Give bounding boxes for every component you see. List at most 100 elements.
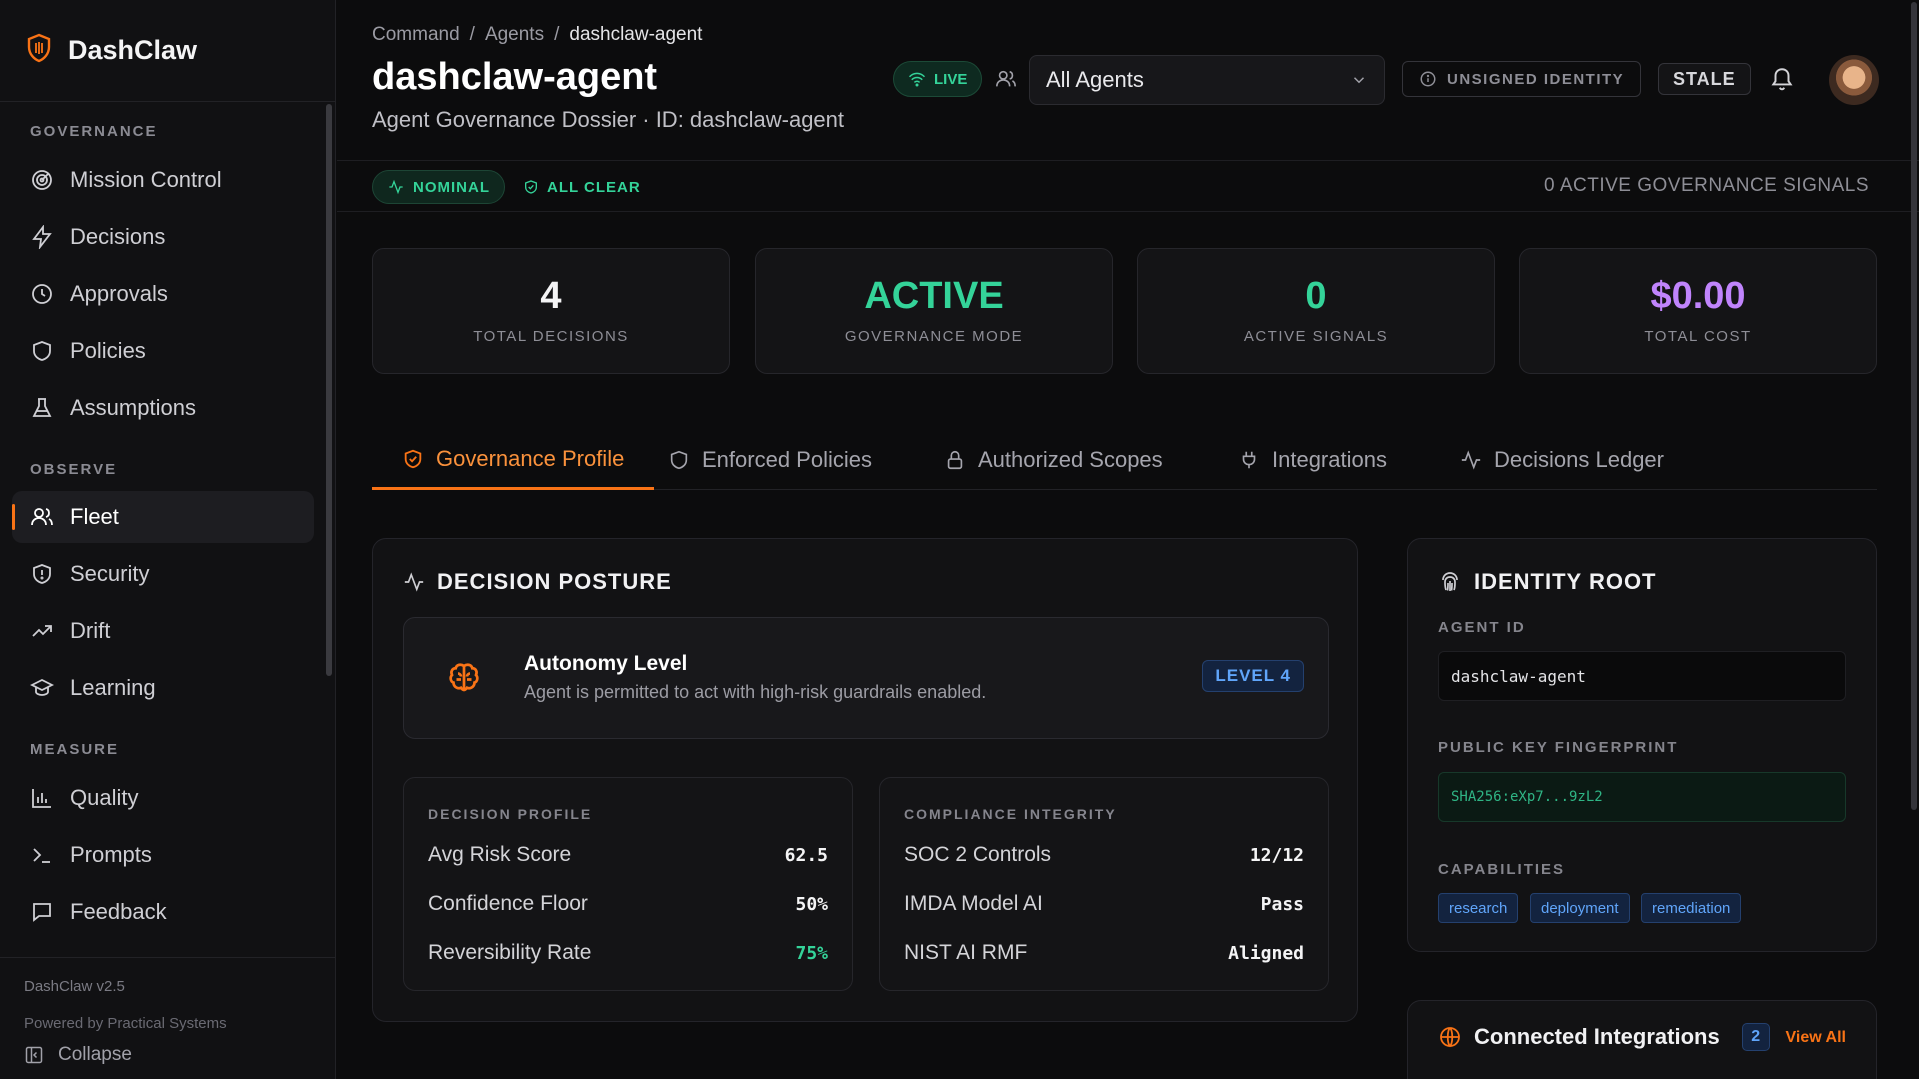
- card-title-text: Connected Integrations: [1474, 1024, 1720, 1049]
- capability-tag: deployment: [1530, 893, 1630, 923]
- tab-label: Integrations: [1272, 447, 1387, 472]
- sidebar-item-feedback[interactable]: Feedback: [12, 886, 314, 938]
- shield-check-icon: [525, 180, 537, 194]
- sidebar-item-security[interactable]: Security: [12, 548, 314, 600]
- tab-label: Governance Profile: [436, 445, 625, 471]
- metric-row: SOC 2 Controls 12/12: [904, 840, 1304, 870]
- capability-tag: remediation: [1641, 893, 1742, 923]
- sidebar-item-label: Approvals: [70, 281, 168, 306]
- stat-value: ACTIVE: [864, 275, 1004, 317]
- sidebar-item-assumptions[interactable]: Assumptions: [12, 382, 314, 434]
- tab-enforced-policies[interactable]: Enforced Policies: [638, 430, 902, 490]
- activity-icon: [404, 572, 424, 592]
- nominal-badge: NOMINAL: [372, 170, 505, 204]
- trending-up-icon: [32, 625, 52, 637]
- users-icon: [995, 68, 1017, 95]
- tab-label: Enforced Policies: [702, 447, 872, 472]
- sidebar-item-quality[interactable]: Quality: [12, 772, 314, 824]
- identity-root-card: IDENTITY ROOT AGENT ID dashclaw-agent PU…: [1407, 538, 1877, 952]
- tab-decisions-ledger[interactable]: Decisions Ledger: [1430, 430, 1694, 490]
- breadcrumb: Command / Agents / dashclaw-agent: [372, 24, 702, 46]
- governance-signals-count: 0 ACTIVE GOVERNANCE SIGNALS: [1544, 175, 1869, 196]
- shield-logo-icon: [26, 33, 52, 68]
- all-clear-label: ALL CLEAR: [547, 178, 641, 196]
- breadcrumb-separator: /: [554, 24, 560, 45]
- capabilities-label: CAPABILITIES: [1438, 861, 1566, 878]
- fingerprint-label: PUBLIC KEY FINGERPRINT: [1438, 739, 1679, 756]
- sidebar-item-label: Quality: [70, 785, 139, 810]
- shield-icon: [33, 341, 51, 361]
- breadcrumb-agents[interactable]: Agents: [485, 24, 544, 46]
- sidebar-item-approvals[interactable]: Approvals: [12, 268, 314, 320]
- metric-label: NIST AI RMF: [904, 941, 1028, 964]
- autonomy-description: Agent is permitted to act with high-risk…: [524, 682, 987, 702]
- agent-select-value: All Agents: [1046, 67, 1144, 92]
- sidebar-item-label: Prompts: [70, 842, 152, 867]
- globe-icon: [1440, 1027, 1460, 1048]
- view-all-link[interactable]: View All: [1786, 1029, 1846, 1047]
- sidebar-item-learning[interactable]: Learning: [12, 662, 314, 714]
- nominal-label: NOMINAL: [413, 178, 490, 196]
- metric-row: Avg Risk Score 62.5: [428, 840, 828, 870]
- stat-card-total-cost: $0.00 TOTAL COST: [1519, 248, 1877, 374]
- agent-select[interactable]: All Agents: [1029, 55, 1385, 105]
- decision-profile-header: DECISION PROFILE: [428, 806, 593, 822]
- collapse-button[interactable]: Collapse: [24, 1044, 312, 1066]
- tab-integrations[interactable]: Integrations: [1208, 430, 1417, 490]
- unsigned-identity-badge[interactable]: UNSIGNED IDENTITY: [1402, 61, 1642, 97]
- tab-label: Decisions Ledger: [1494, 447, 1664, 472]
- stale-badge: STALE: [1658, 63, 1751, 95]
- stat-label: GOVERNANCE MODE: [844, 328, 1024, 345]
- main-content: Command / Agents / dashclaw-agent dashcl…: [337, 0, 1919, 1079]
- tab-governance-profile[interactable]: Governance Profile: [372, 430, 655, 490]
- status-bar: NOMINAL ALL CLEAR 0 ACTIVE GOVERNANCE SI…: [337, 160, 1919, 212]
- sidebar-item-fleet[interactable]: Fleet: [12, 491, 314, 543]
- sidebar-scrollbar[interactable]: [326, 104, 332, 676]
- stat-value: $0.00: [1650, 275, 1746, 317]
- graduation-cap-icon: [30, 678, 54, 696]
- page-scrollbar[interactable]: [1909, 0, 1919, 810]
- flask-icon: [32, 398, 52, 417]
- message-square-icon: [33, 903, 51, 922]
- activity-icon: [389, 179, 403, 195]
- sidebar-item-policies[interactable]: Policies: [12, 325, 314, 377]
- brand[interactable]: DashClaw: [0, 0, 335, 102]
- shield-alert-icon: [33, 564, 51, 584]
- stat-label: ACTIVE SIGNALS: [1243, 328, 1389, 345]
- stat-card-governance-mode: ACTIVE GOVERNANCE MODE: [755, 248, 1113, 374]
- sidebar-item-prompts[interactable]: Prompts: [12, 829, 314, 881]
- unsigned-identity-label: UNSIGNED IDENTITY: [1447, 70, 1625, 88]
- metric-row: Confidence Floor 50%: [428, 889, 828, 919]
- brain-icon: [446, 660, 482, 701]
- bar-chart-icon: [32, 789, 51, 808]
- metric-label: SOC 2 Controls: [904, 843, 1052, 866]
- brand-name: DashClaw: [68, 35, 198, 65]
- sidebar-item-label: Drift: [70, 618, 111, 643]
- connected-integrations-card: Connected Integrations 2 View All: [1407, 1000, 1877, 1079]
- compliance-header: COMPLIANCE INTEGRITY: [904, 806, 1117, 822]
- user-avatar[interactable]: [1829, 55, 1879, 105]
- agent-id-field[interactable]: dashclaw-agent: [1438, 651, 1846, 701]
- sidebar-item-label: Assumptions: [70, 395, 196, 420]
- breadcrumb-command[interactable]: Command: [372, 24, 460, 46]
- tab-bar: Governance Profile Enforced Policies Aut…: [372, 430, 1877, 490]
- sidebar-item-decisions[interactable]: Decisions: [12, 211, 314, 263]
- all-clear-badge: ALL CLEAR: [523, 170, 641, 204]
- metric-value: 12/12: [1249, 844, 1304, 866]
- metric-label: IMDA Model AI: [904, 892, 1043, 915]
- fingerprint-field[interactable]: SHA256:eXp7...9zL2: [1438, 772, 1846, 822]
- bell-icon[interactable]: [1769, 66, 1795, 97]
- sidebar-footer: DashClaw v2.5 Powered by Practical Syste…: [0, 957, 336, 1079]
- stat-card-total-decisions: 4 TOTAL DECISIONS: [372, 248, 730, 374]
- metric-value: Pass: [1260, 893, 1304, 915]
- sidebar-item-label: Mission Control: [70, 167, 222, 192]
- live-label: LIVE: [934, 70, 968, 88]
- sidebar-item-drift[interactable]: Drift: [12, 605, 314, 657]
- autonomy-level-panel: Autonomy Level Agent is permitted to act…: [403, 617, 1329, 739]
- tab-authorized-scopes[interactable]: Authorized Scopes: [914, 430, 1193, 490]
- sidebar-item-mission-control[interactable]: Mission Control: [12, 154, 314, 206]
- compliance-integrity-card: COMPLIANCE INTEGRITY SOC 2 Controls 12/1…: [879, 777, 1329, 991]
- live-status-badge: LIVE: [893, 61, 983, 97]
- sidebar-item-label: Policies: [70, 338, 146, 363]
- lock-icon: [947, 450, 963, 470]
